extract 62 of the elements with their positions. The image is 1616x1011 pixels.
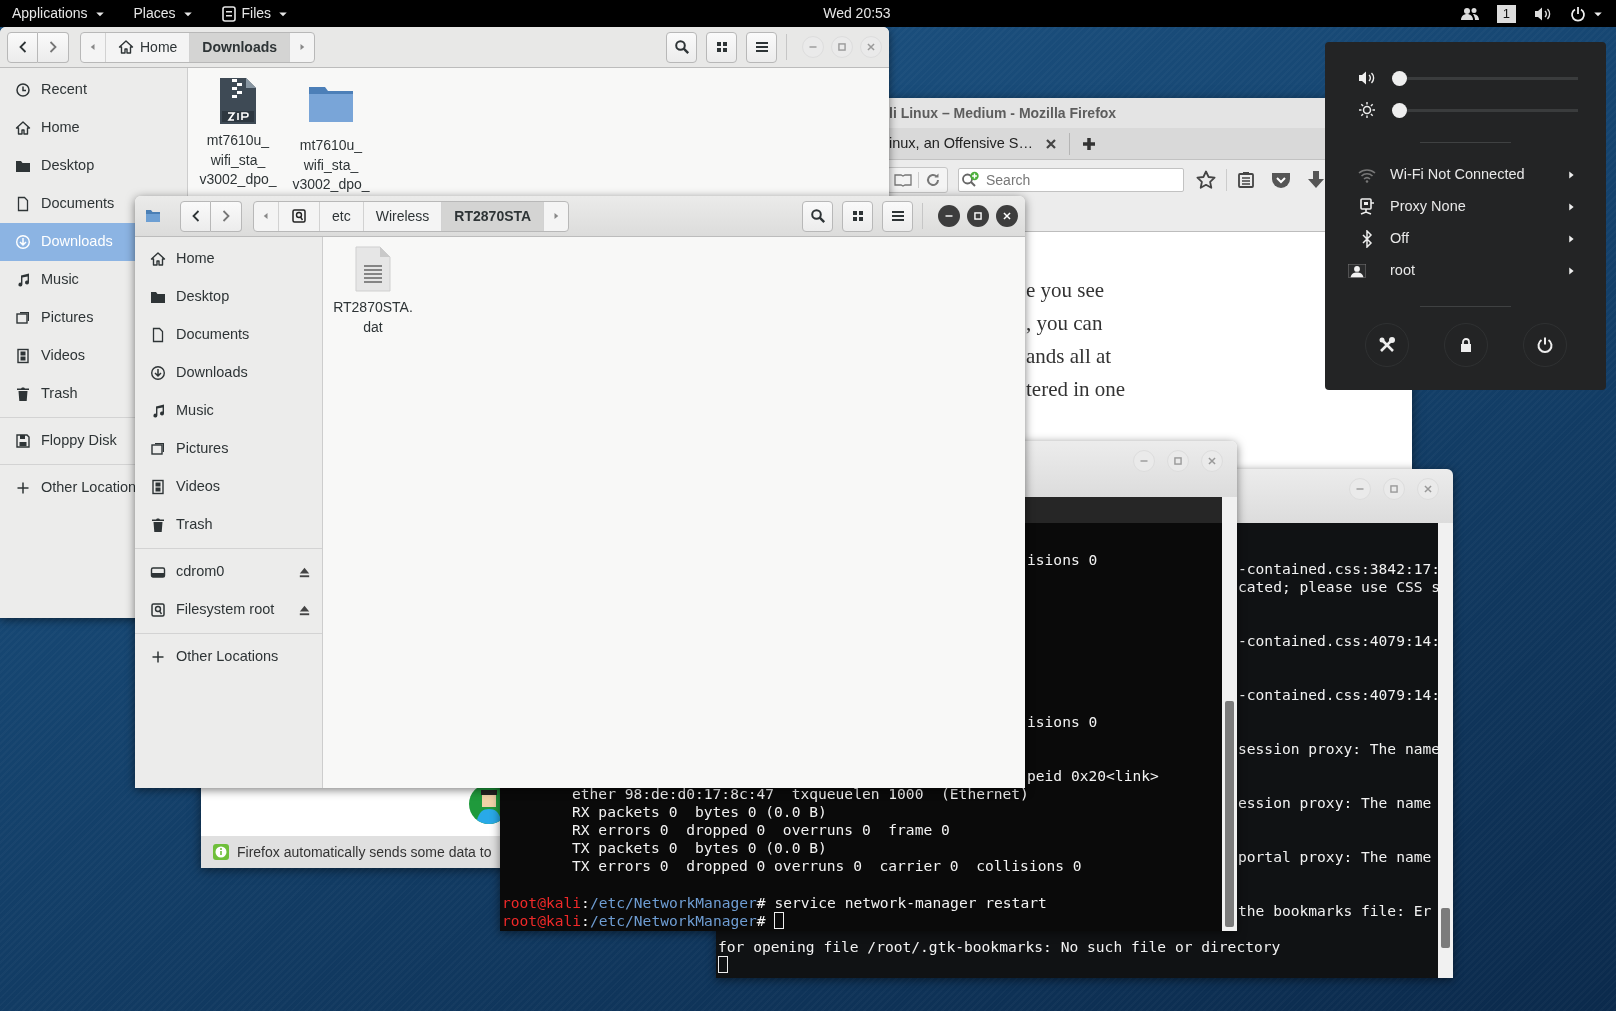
file-name[interactable]: RT2870STA. dat xyxy=(333,298,413,337)
sidebar-item[interactable]: Floppy Disk xyxy=(0,422,135,460)
terminal-text: ession proxy: The name xyxy=(1238,794,1432,812)
sidebar-item[interactable]: Trash xyxy=(135,506,322,544)
terminal-text: -contained.css:3842:17: xyxy=(1238,560,1441,578)
notification-text: Firefox automatically sends some data to xyxy=(237,842,492,862)
sidebar-item[interactable]: Music xyxy=(0,261,135,299)
terminal-text: the bookmarks file: Er xyxy=(1238,902,1432,920)
menu-item[interactable]: root xyxy=(1325,255,1606,287)
sidebar-item[interactable]: Home xyxy=(0,109,135,147)
menu-item[interactable]: Wi-Fi Not Connected xyxy=(1325,159,1606,191)
terminal-text: portal proxy: The name xyxy=(1238,848,1432,866)
terminal-text: RX errors 0 dropped 0 overruns 0 frame 0 xyxy=(572,821,950,839)
sidebar-item[interactable]: Desktop xyxy=(135,278,322,316)
path-button[interactable]: etc xyxy=(320,201,364,231)
sidebar-item[interactable]: Videos xyxy=(135,468,322,506)
prompt-text: root@kali:/etc/NetworkManager# service network-manager restart xyxy=(502,893,1047,911)
menu-item[interactable]: Off xyxy=(1325,223,1606,255)
sidebar-item[interactable]: Documents xyxy=(135,316,322,354)
terminal-text: ether 98:de:d0:17:8c:47 txqueuelen 1000 (Ethernet) xyxy=(572,785,1029,803)
menu-item[interactable]: Proxy None xyxy=(1325,191,1606,223)
article-text: , you can xyxy=(1026,310,1103,337)
terminal-text: -contained.css:4079:14: xyxy=(1238,632,1441,650)
search-field[interactable]: Search xyxy=(958,168,1184,192)
sidebar-item[interactable]: Pictures xyxy=(0,299,135,337)
sidebar-item[interactable]: Documents xyxy=(0,185,135,223)
terminal-text: isions 0 xyxy=(1027,713,1098,731)
terminal-text: TX errors 0 dropped 0 overruns 0 carrier 0 collisions 0 xyxy=(572,857,1082,875)
top-bar-menu[interactable]: Applications xyxy=(12,3,88,24)
terminal-text: RX packets 0 bytes 0 (0.0 B) xyxy=(572,803,827,821)
window-title: li Linux – Medium - Mozilla Firefox xyxy=(889,103,1117,123)
prompt-text: root@kali:/etc/NetworkManager# xyxy=(502,911,767,929)
terminal-text: -contained.css:4079:14: xyxy=(1238,686,1441,704)
sidebar-item[interactable]: Home xyxy=(135,240,322,278)
sidebar-item[interactable]: Trash xyxy=(0,375,135,413)
path-button[interactable]: RT2870STA xyxy=(442,201,545,231)
sidebar-item[interactable]: Recent xyxy=(0,71,135,109)
terminal-text: session proxy: The name xyxy=(1238,740,1441,758)
sidebar-item[interactable]: Other Locations xyxy=(135,638,322,676)
file-name[interactable]: mt7610u_ wifi_sta_ v3002_dpo_ xyxy=(199,131,277,190)
browser-tab[interactable]: inux, an Offensive S… xyxy=(889,132,1033,155)
sidebar-item[interactable]: Videos xyxy=(0,337,135,375)
article-text: e you see xyxy=(1026,277,1105,304)
sidebar-item[interactable]: Music xyxy=(135,392,322,430)
sidebar-item[interactable]: Filesystem root xyxy=(135,591,322,629)
terminal-text: TX packets 0 bytes 0 (0.0 B) xyxy=(572,839,827,857)
terminal-text: for opening file /root/.gtk-bookmarks: No such file or directory xyxy=(718,938,1281,956)
article-text: tered in one xyxy=(1026,376,1126,403)
path-button[interactable]: Downloads xyxy=(190,32,291,62)
terminal-text: isions 0 xyxy=(1027,551,1098,569)
sidebar-item[interactable]: Pictures xyxy=(135,430,322,468)
terminal-text: peid 0x20<link> xyxy=(1027,767,1159,785)
workspace-indicator[interactable]: 1 xyxy=(1496,4,1516,23)
top-bar-menu[interactable]: Files xyxy=(241,3,272,24)
sidebar-item[interactable]: cdrom0 xyxy=(135,553,322,591)
sidebar-item[interactable]: Downloads xyxy=(135,354,322,392)
clock[interactable]: Wed 20:53 xyxy=(823,3,891,24)
sidebar-item[interactable]: Desktop xyxy=(0,147,135,185)
top-bar-menu[interactable]: Places xyxy=(133,3,176,24)
article-text: ands all at xyxy=(1026,343,1112,370)
file-name[interactable]: mt7610u_ wifi_sta_ v3002_dpo_ xyxy=(292,136,370,195)
sidebar-item[interactable]: Other Location xyxy=(0,469,135,507)
